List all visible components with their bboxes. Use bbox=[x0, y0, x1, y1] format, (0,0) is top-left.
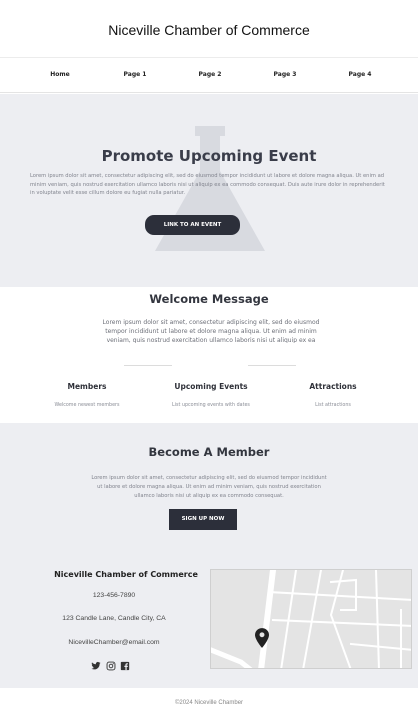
instagram-icon[interactable] bbox=[106, 661, 116, 671]
nav-page-2[interactable]: Page 2 bbox=[199, 71, 222, 78]
nav-page-3[interactable]: Page 3 bbox=[274, 71, 297, 78]
contact-email[interactable]: NicevilleChamber@email.com bbox=[40, 639, 188, 646]
nav-home[interactable]: Home bbox=[50, 71, 69, 78]
feature-members-title: Members bbox=[67, 382, 107, 391]
contact-phone[interactable]: 123-456-7890 bbox=[40, 592, 188, 599]
sign-up-button[interactable]: SIGN UP NOW bbox=[169, 509, 237, 530]
become-member-section: Become A Member Lorem ipsum dolor sit am… bbox=[0, 423, 418, 688]
main-nav: Home Page 1 Page 2 Page 3 Page 4 bbox=[0, 58, 418, 93]
feature-attractions-desc: List attractions bbox=[315, 403, 351, 408]
feature-members-desc: Welcome newest members bbox=[54, 403, 120, 408]
become-member-text: Lorem ipsum dolor sit amet, consectetur … bbox=[91, 475, 327, 499]
copyright-text: ©2024 Niceville Chamber bbox=[174, 700, 244, 706]
link-to-event-button[interactable]: LINK TO AN EVENT bbox=[145, 215, 240, 235]
map[interactable] bbox=[210, 569, 412, 669]
divider-right bbox=[248, 365, 296, 366]
welcome-text: Lorem ipsum dolor sit amet, consectetur … bbox=[102, 319, 320, 343]
hero-title: Promote Upcoming Event bbox=[101, 147, 317, 165]
feature-events-title: Upcoming Events bbox=[174, 382, 248, 391]
nav-page-4[interactable]: Page 4 bbox=[349, 71, 372, 78]
become-member-title: Become A Member bbox=[148, 445, 270, 459]
map-streets bbox=[211, 570, 411, 668]
hero-text: Lorem ipsum dolor sit amet, consectetur … bbox=[30, 173, 385, 196]
welcome-title: Welcome Message bbox=[149, 292, 269, 306]
map-pin-icon[interactable] bbox=[255, 628, 269, 648]
divider-left bbox=[124, 365, 172, 366]
contact-address: 123 Candle Lane, Candle City, CA bbox=[62, 615, 166, 622]
nav-page-1[interactable]: Page 1 bbox=[124, 71, 147, 78]
feature-attractions-title: Attractions bbox=[309, 382, 357, 391]
hero-section: Promote Upcoming Event Lorem ipsum dolor… bbox=[0, 94, 418, 287]
site-title: Niceville Chamber of Commerce bbox=[108, 22, 310, 38]
site-footer: ©2024 Niceville Chamber bbox=[0, 688, 418, 726]
contact-name: Niceville Chamber of Commerce bbox=[54, 570, 198, 579]
facebook-icon[interactable] bbox=[120, 661, 130, 671]
twitter-icon[interactable] bbox=[91, 661, 101, 671]
site-header: Niceville Chamber of Commerce bbox=[0, 0, 418, 58]
feature-events-desc: List upcoming events with dates bbox=[172, 403, 250, 408]
